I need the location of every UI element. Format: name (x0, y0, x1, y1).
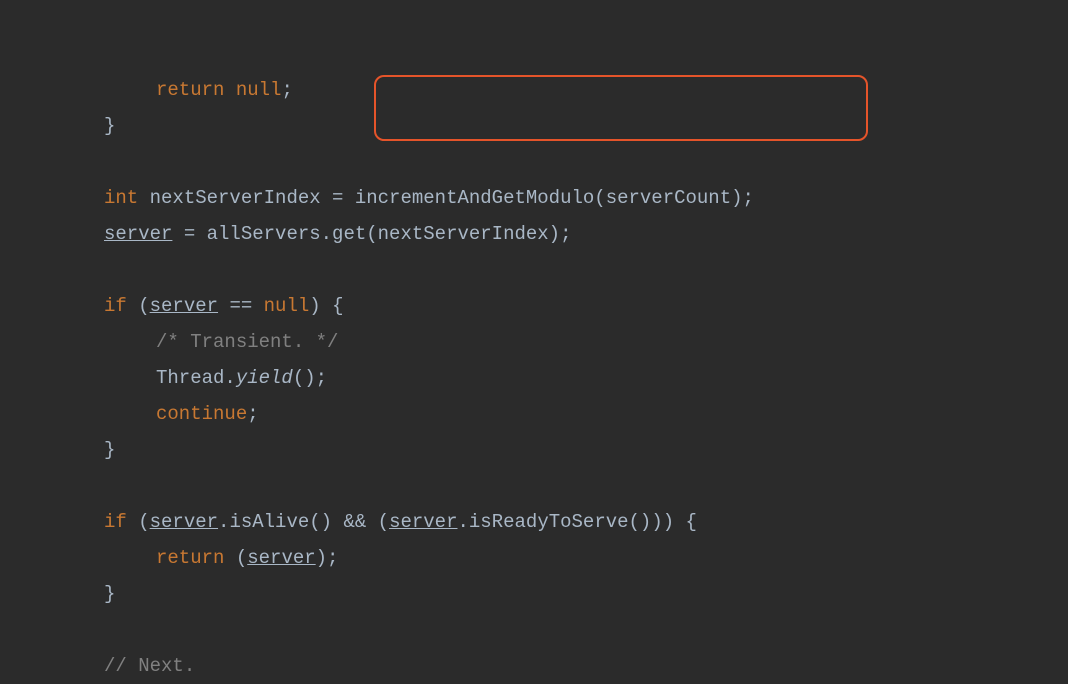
code-token: ) { (309, 295, 343, 317)
code-token: /* Transient. */ (156, 331, 338, 353)
code-token: server (150, 295, 218, 317)
code-token (224, 79, 235, 101)
code-token: (); (293, 367, 327, 389)
code-token: server (389, 511, 457, 533)
code-line[interactable]: int nextServerIndex = incrementAndGetMod… (0, 180, 1068, 216)
code-token: ( (127, 295, 150, 317)
code-line[interactable]: return null; (0, 72, 1068, 108)
code-token: if (104, 295, 127, 317)
code-token: == (218, 295, 264, 317)
code-line[interactable]: } (0, 108, 1068, 144)
code-line[interactable] (0, 612, 1068, 648)
code-line[interactable] (0, 468, 1068, 504)
code-token: server (150, 511, 218, 533)
code-token: null (264, 295, 310, 317)
code-token: .isReadyToServe())) { (458, 511, 697, 533)
code-token: ( (127, 511, 150, 533)
code-line[interactable]: Thread.yield(); (0, 360, 1068, 396)
code-line[interactable]: if (server.isAlive() && (server.isReadyT… (0, 504, 1068, 540)
code-token: ; (247, 403, 258, 425)
code-token: null (236, 79, 282, 101)
code-token: int (104, 187, 138, 209)
code-line[interactable]: } (0, 432, 1068, 468)
code-token: return (156, 547, 224, 569)
code-token: } (104, 583, 115, 605)
code-token: .isAlive() && ( (218, 511, 389, 533)
code-token: server (247, 547, 315, 569)
code-line[interactable] (0, 144, 1068, 180)
code-token: // Next. (104, 655, 195, 677)
code-token: yield (236, 367, 293, 389)
code-token: } (104, 439, 115, 461)
code-line[interactable]: server = allServers.get(nextServerIndex)… (0, 216, 1068, 252)
code-line[interactable]: continue; (0, 396, 1068, 432)
code-line[interactable]: } (0, 576, 1068, 612)
code-token: continue (156, 403, 247, 425)
code-token: ( (224, 547, 247, 569)
code-line[interactable]: // Next. (0, 648, 1068, 684)
code-token: = allServers.get(nextServerIndex); (172, 223, 571, 245)
code-editor[interactable]: return null;} int nextServerIndex = incr… (0, 0, 1068, 684)
code-line[interactable]: return (server); (0, 540, 1068, 576)
code-token: server (104, 223, 172, 245)
code-token: ; (281, 79, 292, 101)
code-token: ); (316, 547, 339, 569)
code-line[interactable]: if (server == null) { (0, 288, 1068, 324)
code-token: nextServerIndex = incrementAndGetModulo(… (138, 187, 754, 209)
code-token: if (104, 511, 127, 533)
code-token: } (104, 115, 115, 137)
code-line[interactable] (0, 252, 1068, 288)
code-token: return (156, 79, 224, 101)
code-token: Thread. (156, 367, 236, 389)
code-line[interactable]: /* Transient. */ (0, 324, 1068, 360)
